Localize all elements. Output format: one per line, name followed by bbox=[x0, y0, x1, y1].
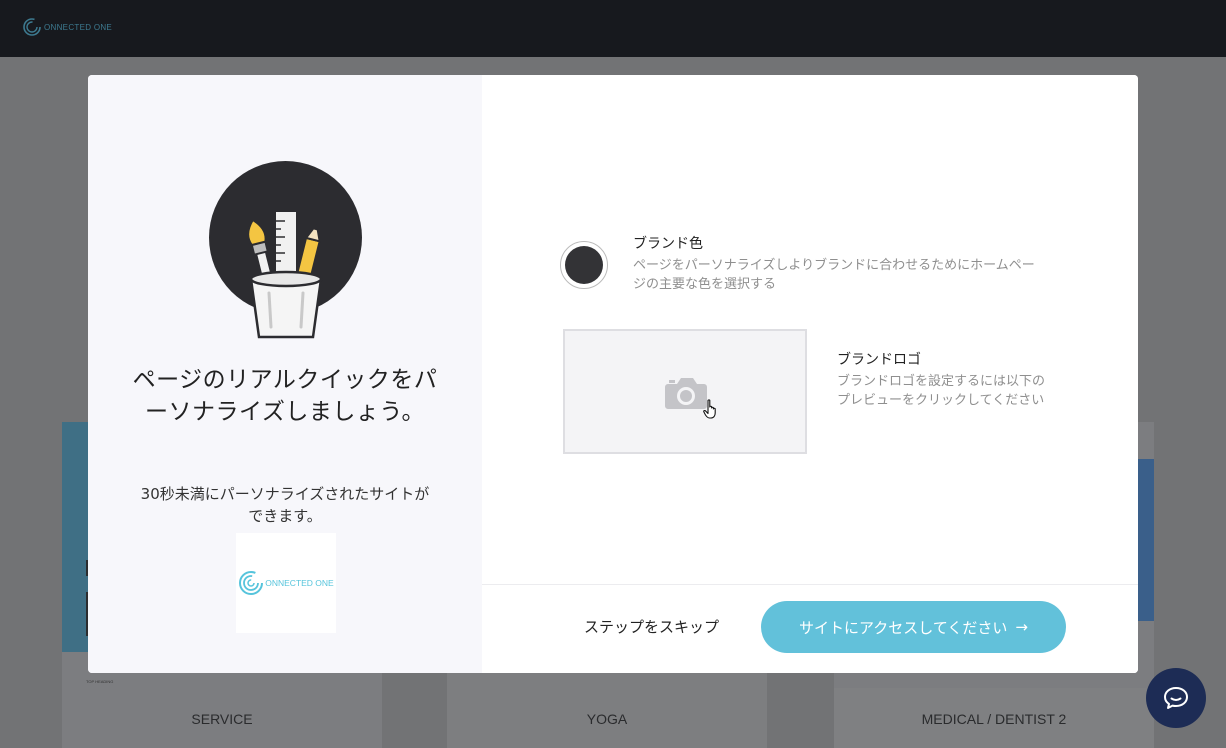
top-bar-logo[interactable]: ONNECTED ONE bbox=[22, 17, 112, 37]
brand-color-title: ブランド色 bbox=[633, 236, 703, 252]
template-label-medical: MEDICAL / DENTIST 2 bbox=[921, 711, 1067, 727]
template-label-yoga: YOGA bbox=[586, 711, 628, 727]
connected-one-logo-icon bbox=[239, 571, 264, 595]
access-site-button-label: サイトにアクセスしてください bbox=[799, 618, 1008, 637]
personalize-modal: ページのリアルクイックをパーソナライズしましょう。 30秒未満にパーソナライズさ… bbox=[88, 75, 1138, 673]
modal-left-panel: ページのリアルクイックをパーソナライズしましょう。 30秒未満にパーソナライズさ… bbox=[88, 75, 482, 673]
brand-logo-description: ブランドロゴを設定するには以下のプレビューをクリックしてください bbox=[837, 374, 1046, 408]
pencil-cup-icon bbox=[209, 161, 362, 339]
template-card-tiny-text: TOP HEADING bbox=[86, 679, 114, 684]
modal-subtext: 30秒未満にパーソナライズされたサイトができます。 bbox=[140, 485, 430, 525]
brand-color-swatch[interactable] bbox=[560, 241, 608, 289]
chat-icon bbox=[1164, 687, 1188, 709]
hand-pointer-icon bbox=[703, 399, 716, 419]
brand-logo-title: ブランドロゴ bbox=[837, 352, 921, 368]
brand-logo-preview: ONNECTED ONE bbox=[236, 533, 336, 633]
modal-right-panel: ブランド色 ページをパーソナライズしよりブランドに合わせるためにホームページの主… bbox=[482, 75, 1138, 673]
brand-logo-upload[interactable] bbox=[563, 329, 807, 454]
modal-headline: ページのリアルクイックをパーソナライズしましょう。 bbox=[132, 367, 438, 425]
brand-color-description: ページをパーソナライズしよりブランドに合わせるためにホームページの主要な色を選択… bbox=[633, 258, 1035, 292]
access-site-button[interactable]: サイトにアクセスしてください → bbox=[761, 601, 1066, 653]
chat-button[interactable] bbox=[1146, 668, 1206, 728]
template-label-service: SERVICE bbox=[191, 711, 253, 727]
modal-footer: ステップをスキップ サイトにアクセスしてください → bbox=[482, 584, 1138, 673]
arrow-right-icon: → bbox=[1015, 618, 1028, 636]
brand-color-dot bbox=[565, 246, 603, 284]
top-bar-logo-text: ONNECTED ONE bbox=[44, 22, 113, 32]
camera-icon bbox=[665, 378, 707, 409]
top-bar: ONNECTED ONE bbox=[0, 0, 1226, 57]
connected-one-logo-icon bbox=[23, 18, 41, 36]
template-card-yoga[interactable] bbox=[447, 672, 767, 748]
skip-step-button[interactable]: ステップをスキップ bbox=[584, 616, 719, 637]
brand-logo-preview-text: ONNECTED ONE bbox=[265, 578, 334, 588]
